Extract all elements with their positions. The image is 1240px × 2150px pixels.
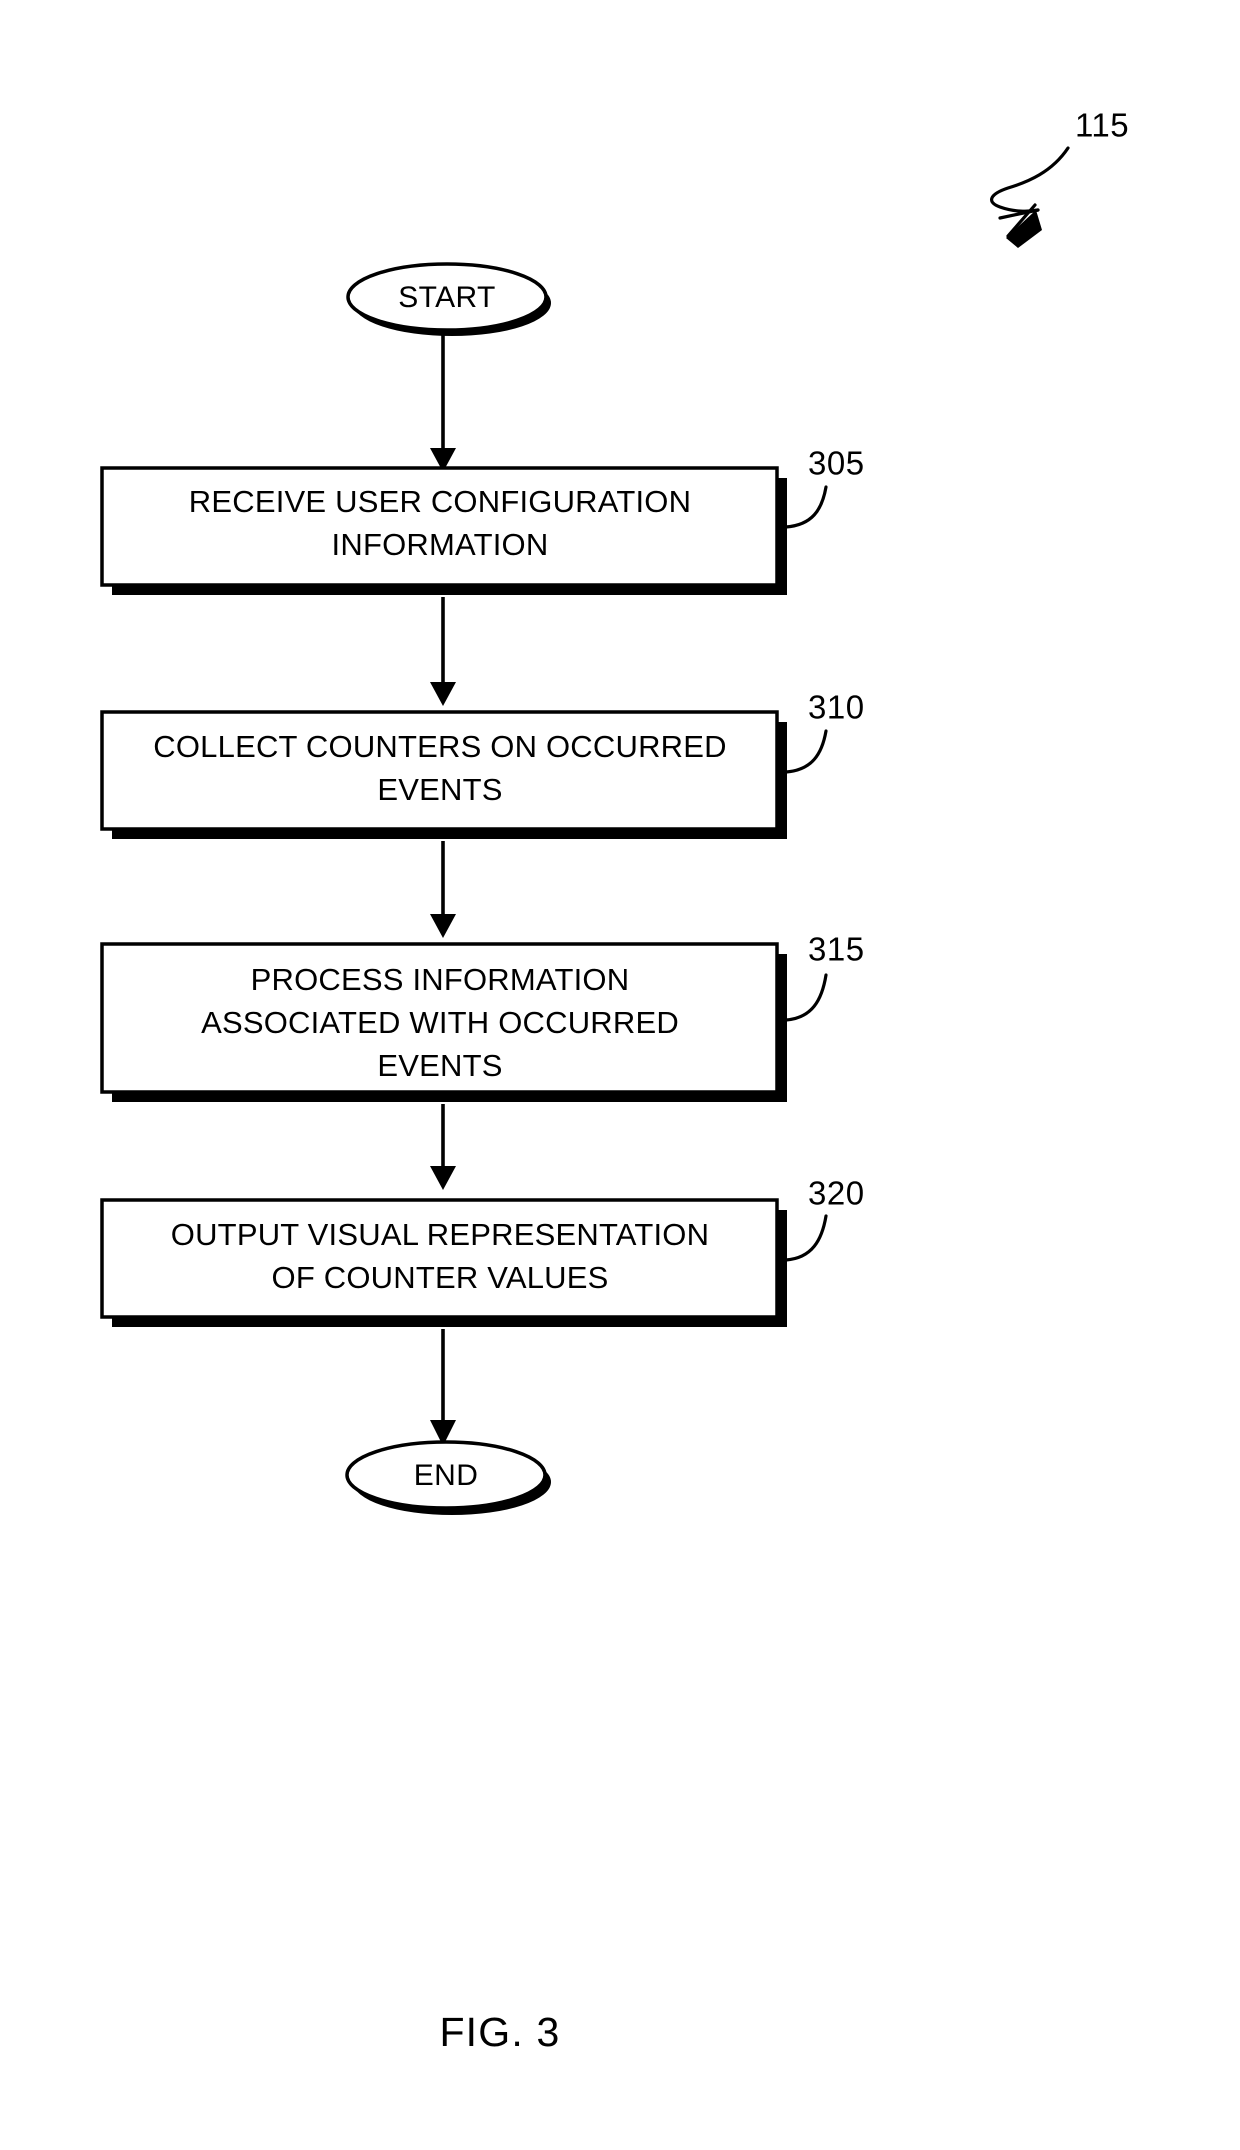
- step-315-line-2: ASSOCIATED WITH OCCURRED: [201, 1005, 679, 1040]
- step-310-line-2: EVENTS: [377, 772, 502, 807]
- flowchart-canvas: 115 START RECEIVE USER CONFIGURATION INF…: [100, 107, 1129, 2055]
- step-310-line-1: COLLECT COUNTERS ON OCCURRED: [153, 729, 726, 764]
- step-320-line-1: OUTPUT VISUAL REPRESENTATION: [171, 1217, 709, 1252]
- step-320-line-2: OF COUNTER VALUES: [272, 1260, 609, 1295]
- step-315-line-1: PROCESS INFORMATION: [251, 962, 630, 997]
- start-label: START: [398, 281, 496, 314]
- node-end[interactable]: END: [345, 1440, 551, 1515]
- step-315-leader: [784, 973, 828, 1022]
- node-step-310[interactable]: COLLECT COUNTERS ON OCCURRED EVENTS 310: [100, 689, 865, 839]
- step-305-leader: [784, 485, 828, 529]
- patent-figure: 115 START RECEIVE USER CONFIGURATION INF…: [0, 0, 1240, 2150]
- node-step-305[interactable]: RECEIVE USER CONFIGURATION INFORMATION 3…: [100, 445, 865, 595]
- step-320-leader: [784, 1214, 828, 1262]
- node-start[interactable]: START: [346, 262, 551, 336]
- reference-label-115: 115: [1075, 107, 1129, 144]
- figure-caption: FIG. 3: [439, 2009, 560, 2055]
- step-315-reference: 315: [808, 931, 865, 968]
- step-315-line-3: EVENTS: [377, 1048, 502, 1083]
- step-305-line-2: INFORMATION: [332, 527, 549, 562]
- connector-320-to-end: [430, 1329, 456, 1446]
- connector-arrowhead: [430, 682, 456, 706]
- connector-arrowhead: [430, 914, 456, 938]
- node-step-320[interactable]: OUTPUT VISUAL REPRESENTATION OF COUNTER …: [100, 1175, 865, 1327]
- step-310-leader: [784, 729, 828, 774]
- connector-315-to-320: [430, 1104, 456, 1190]
- connector-310-to-315: [430, 841, 456, 938]
- step-305-line-1: RECEIVE USER CONFIGURATION: [189, 484, 691, 519]
- reference-leader-curve-115: [990, 146, 1070, 213]
- step-310-reference: 310: [808, 689, 865, 726]
- connector-start-to-305: [430, 332, 456, 472]
- top-reference-group: 115: [990, 107, 1129, 248]
- end-label: END: [414, 1459, 479, 1492]
- node-step-315[interactable]: PROCESS INFORMATION ASSOCIATED WITH OCCU…: [100, 931, 865, 1102]
- connector-305-to-310: [430, 597, 456, 706]
- connector-arrowhead: [430, 1166, 456, 1190]
- step-320-reference: 320: [808, 1175, 865, 1212]
- step-305-reference: 305: [808, 445, 865, 482]
